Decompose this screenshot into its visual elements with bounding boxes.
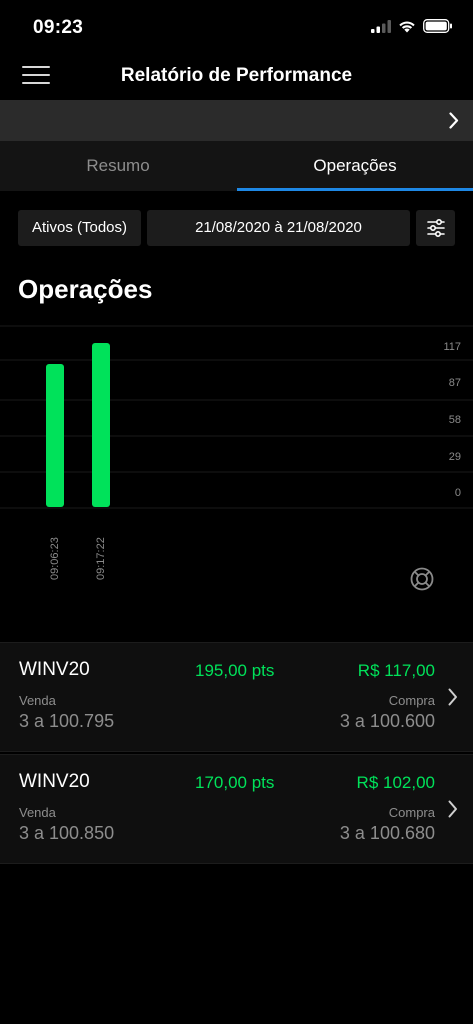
y-tick-label: 58 — [449, 414, 461, 426]
status-bar: 09:23 — [0, 0, 473, 56]
filter-settings-button[interactable] — [416, 210, 455, 246]
lifebuoy-icon[interactable] — [409, 566, 435, 592]
chevron-right-icon — [448, 800, 457, 818]
chart-bar[interactable] — [46, 364, 64, 507]
sell-value: 3 a 100.850 — [19, 823, 115, 843]
buy-value: 3 a 100.680 — [339, 823, 435, 843]
buy-label: Compra — [388, 693, 435, 708]
nav-bar: Relatório de Performance — [0, 56, 473, 100]
buy-label: Compra — [388, 805, 435, 820]
chevron-right-icon — [448, 688, 457, 706]
filter-row: Ativos (Todos) 21/08/2020 à 21/08/2020 — [0, 210, 473, 246]
trade-points: 195,00 pts — [195, 661, 275, 680]
active-tab-indicator — [237, 188, 473, 191]
tab-bar: Resumo Operações — [0, 141, 473, 191]
y-tick-label: 0 — [455, 487, 461, 499]
wifi-icon — [399, 21, 415, 32]
status-icons — [371, 19, 453, 33]
sell-value: 3 a 100.795 — [19, 711, 115, 731]
battery-icon — [423, 19, 452, 33]
trade-row[interactable]: WINV20 170,00 pts R$ 102,00 Venda 3 a 10… — [0, 754, 473, 864]
y-tick-label: 29 — [449, 451, 461, 463]
signal-icon — [371, 19, 391, 33]
trade-result: R$ 117,00 — [357, 661, 435, 680]
operations-chart: 117 87 58 29 0 09:06:23 09:17:22 — [0, 322, 473, 622]
sell-label: Venda — [19, 693, 56, 708]
chart-bar[interactable] — [92, 343, 110, 507]
assets-filter-button[interactable]: Ativos (Todos) — [18, 210, 141, 246]
chart-svg: 117 87 58 29 0 — [0, 325, 473, 509]
x-tick-label: 09:17:22 — [95, 537, 107, 580]
buy-value: 3 a 100.600 — [339, 711, 435, 731]
trade-asset: WINV20 — [19, 771, 90, 792]
tab-operacoes[interactable]: Operações — [237, 141, 473, 191]
x-tick-label: 09:06:23 — [49, 537, 61, 580]
account-selector[interactable] — [0, 100, 473, 141]
sliders-icon — [426, 218, 445, 238]
trade-asset: WINV20 — [19, 659, 90, 680]
y-tick-label: 87 — [449, 377, 461, 389]
trade-result: R$ 102,00 — [356, 773, 435, 792]
date-range-button[interactable]: 21/08/2020 à 21/08/2020 — [147, 210, 410, 246]
trade-points: 170,00 pts — [195, 773, 275, 792]
y-tick-label: 117 — [443, 341, 461, 353]
sell-label: Venda — [19, 805, 56, 820]
page-title: Relatório de Performance — [120, 65, 353, 86]
section-title: Operações — [18, 274, 153, 304]
tab-resumo[interactable]: Resumo — [0, 141, 236, 191]
trade-row[interactable]: WINV20 195,00 pts R$ 117,00 Venda 3 a 10… — [0, 642, 473, 752]
status-time: 09:23 — [33, 17, 84, 38]
chevron-right-icon — [449, 112, 459, 129]
